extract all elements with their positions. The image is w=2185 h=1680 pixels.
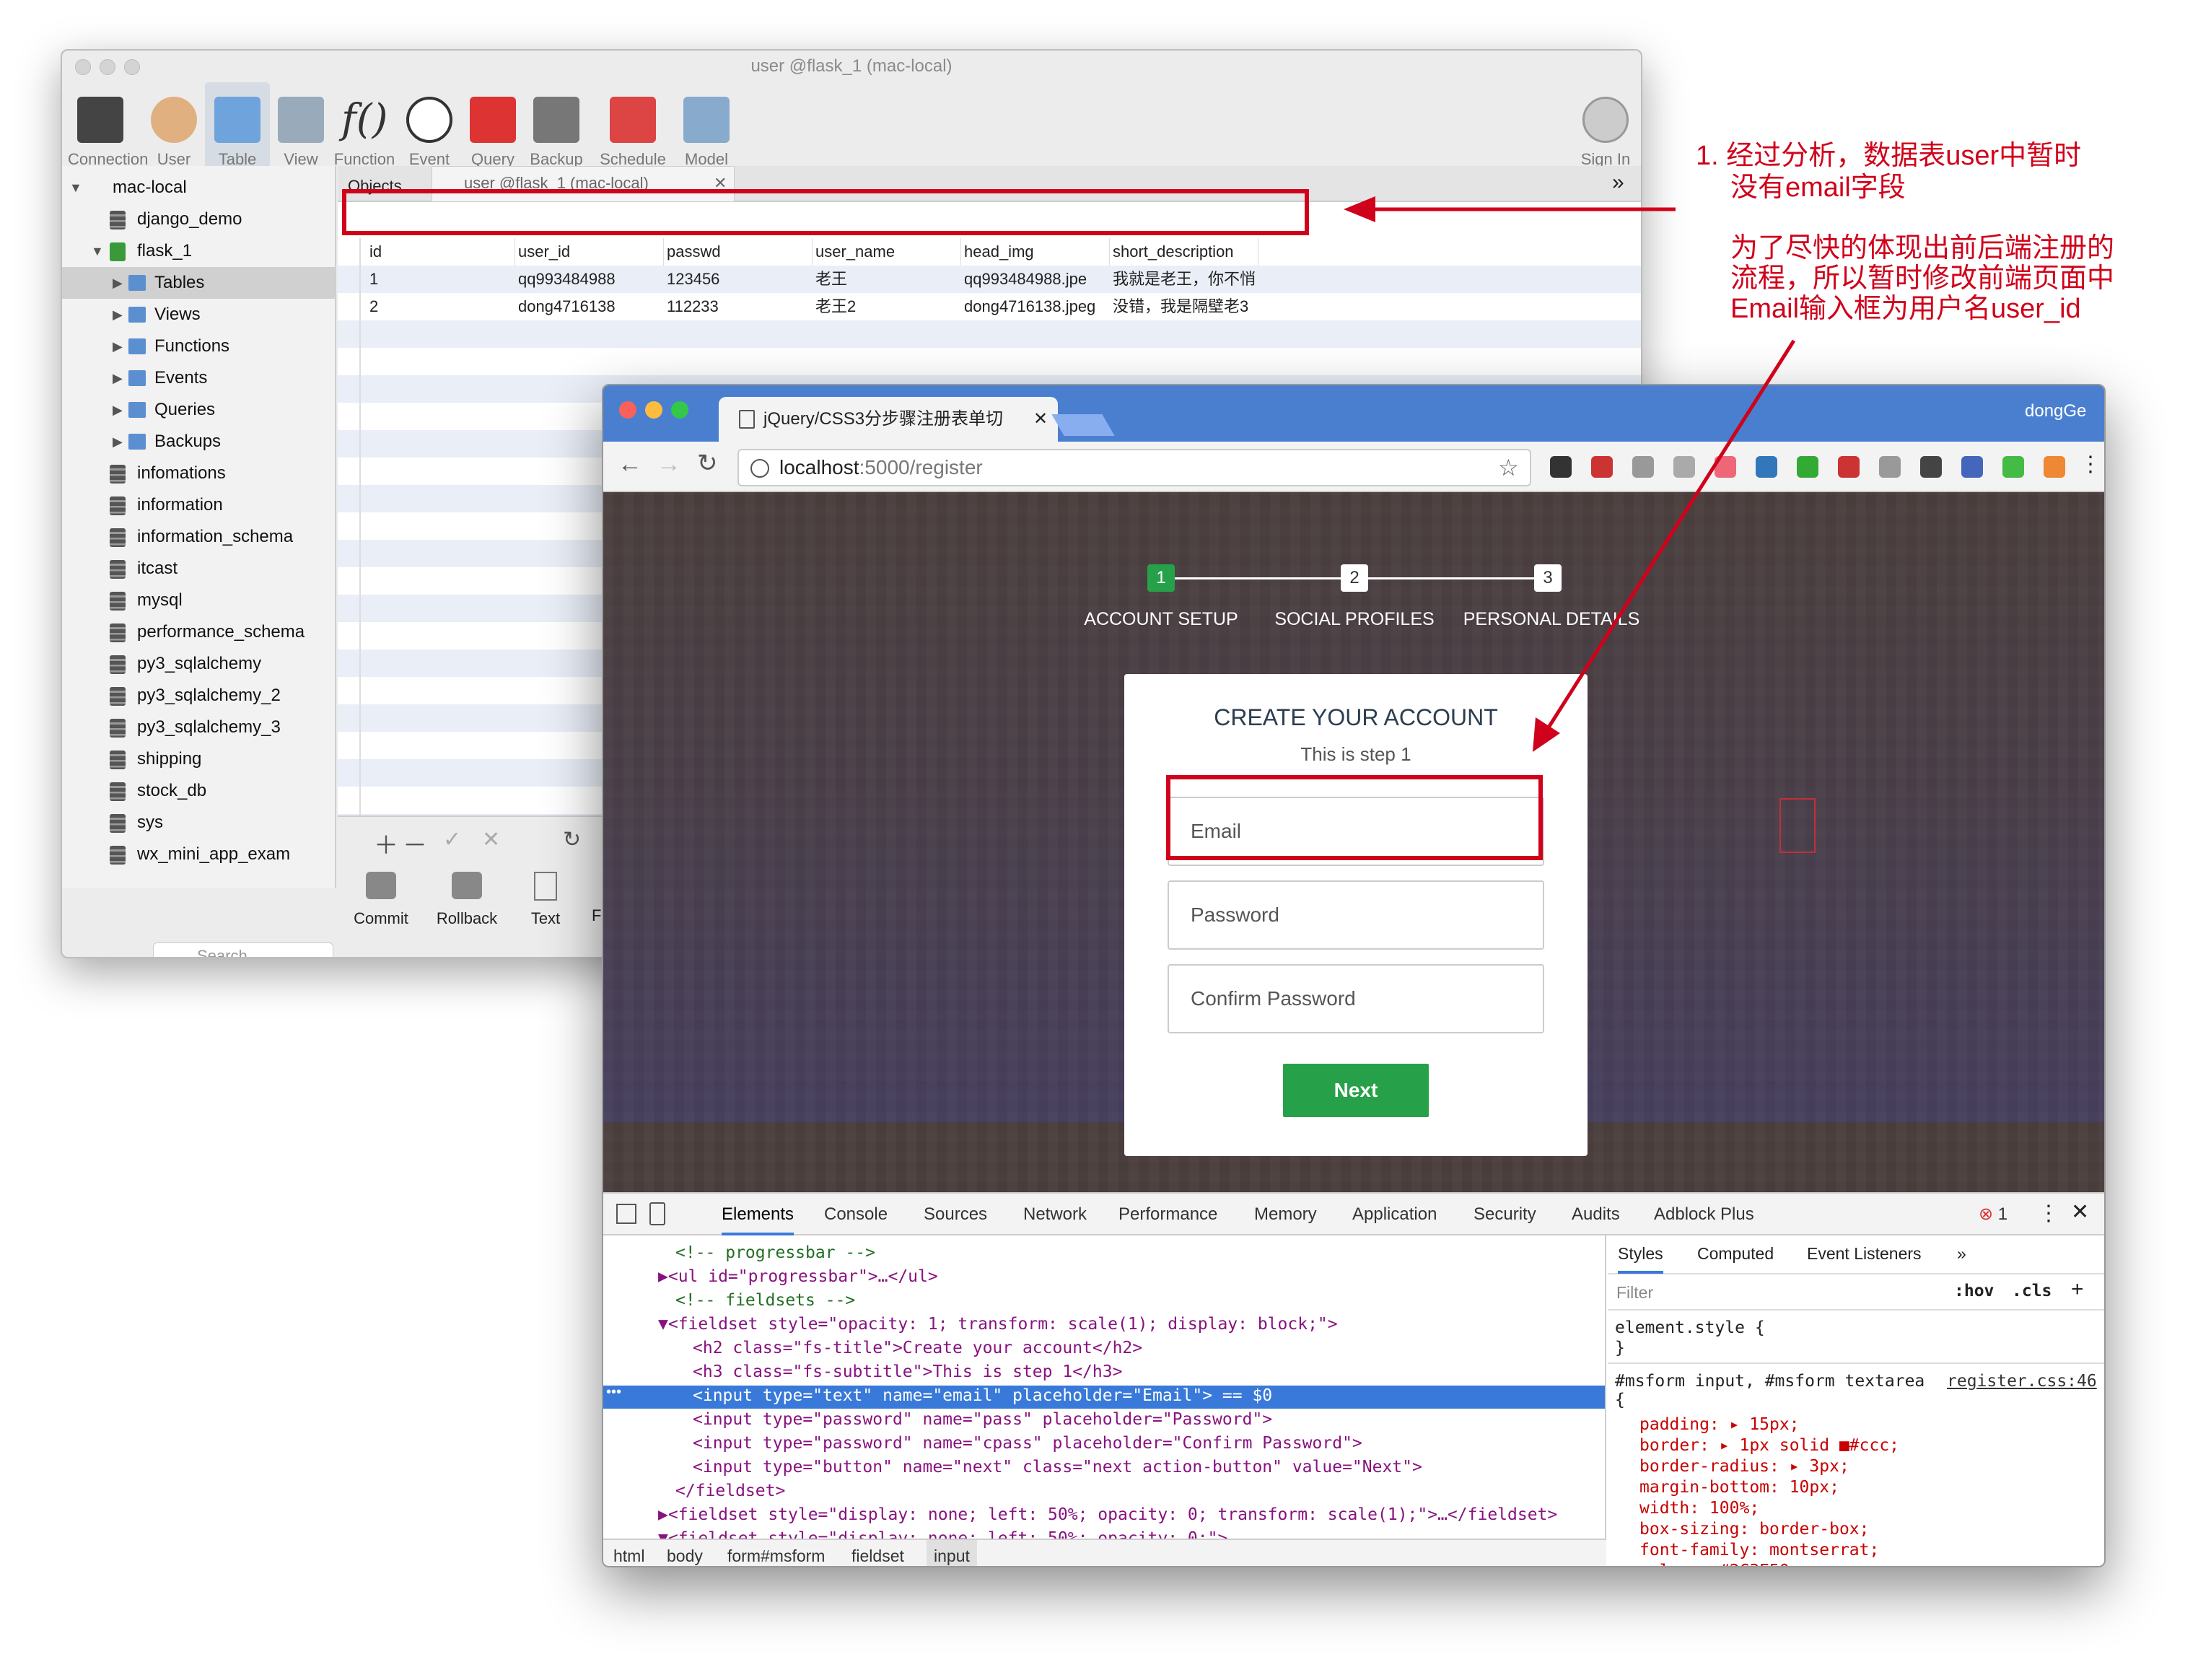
arrowhead-left-icon — [1344, 196, 1375, 222]
highlight-email-box — [1166, 775, 1543, 860]
arrow-to-email — [1546, 339, 1796, 729]
annotation-line-5: Email输入框为用户名user_id — [1730, 294, 2081, 324]
annotation-line-4: 流程，所以暂时修改前端页面中 — [1730, 263, 2115, 294]
arrowhead-down-icon — [1533, 717, 1560, 752]
annotation-line-1: 1. 经过分析，数据表user中暂时 — [1696, 141, 2082, 171]
annotation-line-3: 为了尽快的体现出前后端注册的 — [1730, 233, 2115, 263]
annotation-line-2: 没有email字段 — [1730, 172, 1906, 203]
